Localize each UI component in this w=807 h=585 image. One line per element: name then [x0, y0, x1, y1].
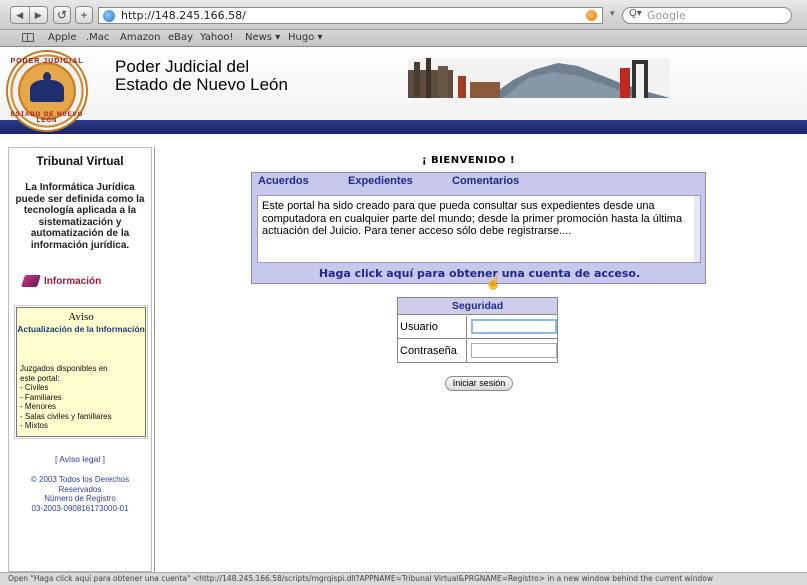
bookmark-item[interactable]: eBay	[168, 32, 193, 43]
panel-body-text: Este portal ha sido creado para que pued…	[262, 200, 683, 237]
search-icon: Q▾	[629, 8, 642, 19]
site-title-line2: Estado de Nuevo León	[115, 75, 288, 94]
reload-button[interactable]: ↺	[53, 6, 71, 24]
sidebar: Tribunal Virtual La Informática Jurídica…	[8, 147, 152, 572]
bookmark-item[interactable]: News ▾	[245, 32, 280, 43]
login-heading: Seguridad	[398, 298, 557, 315]
address-bar[interactable]: http://148.245.166.58/	[98, 7, 603, 24]
copyright-line: Número de Registro	[44, 494, 116, 503]
search-input[interactable]: Google	[622, 7, 792, 24]
eagle-icon	[30, 72, 64, 102]
rss-icon[interactable]	[586, 10, 597, 21]
welcome-heading: ¡ BIENVENIDO !	[422, 155, 516, 166]
seal-top-text: PODER JUDICIAL	[10, 58, 84, 65]
back-arrow-icon[interactable]: ◀	[11, 7, 29, 23]
sidebar-title: Tribunal Virtual	[36, 154, 124, 168]
list-item: - Menores	[20, 402, 57, 411]
list-item: - Salas civiles y familiares	[20, 411, 112, 421]
bookmarks-bar: Apple .Mac Amazon eBay Yahoo! News ▾ Hug…	[0, 30, 807, 47]
book-icon[interactable]	[22, 33, 34, 42]
login-form: Seguridad Usuario Contraseña	[397, 297, 558, 363]
password-input[interactable]	[471, 343, 557, 358]
user-label: Usuario	[398, 316, 467, 339]
copyright-line: 03-2003-090816173000-01	[31, 503, 129, 513]
list-item: - Civiles	[20, 383, 49, 392]
site-title: Poder Judicial del Estado de Nuevo León	[115, 58, 288, 94]
username-input[interactable]	[471, 319, 557, 334]
panel-body: Este portal ha sido creado para que pued…	[257, 195, 701, 263]
bookmark-item[interactable]: Apple	[48, 32, 76, 43]
informacion-link-label[interactable]: Información	[44, 276, 101, 287]
aviso-box: Aviso Actualización de la Información Ju…	[14, 305, 148, 439]
tab-acuerdos[interactable]: Acuerdos	[258, 175, 309, 187]
aviso-intro: Juzgados disponibles en	[20, 364, 108, 373]
book-icon	[21, 275, 41, 287]
aviso-list: Juzgados disponibles en este portal: - C…	[20, 364, 146, 431]
forward-arrow-icon[interactable]: ▶	[28, 7, 48, 23]
tab-expedientes[interactable]: Expedientes	[348, 175, 413, 187]
password-label: Contraseña	[398, 340, 467, 363]
bookmark-item[interactable]: .Mac	[86, 32, 109, 43]
city-skyline-banner	[408, 58, 670, 98]
aviso-heading: Aviso	[68, 311, 94, 323]
aviso-subheading: Actualización de la Información	[17, 324, 145, 334]
welcome-panel: Acuerdos Expedientes Comentarios Este po…	[251, 172, 707, 290]
aviso-intro: este portal:	[20, 373, 60, 383]
copyright-line: © 2003 Todos los Derechos	[30, 475, 130, 484]
add-bookmark-button[interactable]: +	[75, 6, 93, 24]
browser-toolbar: ◀ ▶ ↺ + http://148.245.166.58/ ▾ Google …	[0, 0, 807, 30]
site-title-line1: Poder Judicial del	[115, 57, 250, 76]
dropdown-arrow-icon[interactable]: ▾	[610, 8, 615, 19]
main-content: ¡ BIENVENIDO ! Acuerdos Expedientes Come…	[154, 147, 807, 572]
bookmark-item[interactable]: Yahoo!	[200, 32, 233, 43]
login-button[interactable]: Iniciar sesión	[445, 376, 513, 391]
panel-scrollbar[interactable]	[694, 196, 700, 262]
informacion-link[interactable]: Información	[21, 275, 101, 287]
bookmark-item[interactable]: Amazon	[120, 32, 160, 43]
header-divider-bar	[0, 120, 807, 134]
back-forward-group: ◀ ▶	[10, 6, 48, 24]
register-link[interactable]: Haga click aquí para obtener una cuenta …	[252, 267, 707, 280]
login-row-user: Usuario	[398, 316, 557, 339]
sidebar-description: La Informática Jurídica puede ser defini…	[15, 182, 145, 251]
list-item: - Familiares	[20, 392, 62, 402]
list-item: - Mixtos	[20, 421, 48, 430]
legal-notice-link[interactable]: [ Aviso legal ]	[9, 454, 151, 464]
tab-comentarios[interactable]: Comentarios	[452, 175, 519, 187]
copyright-line: Reservados	[58, 484, 102, 494]
globe-icon	[103, 10, 115, 22]
hand-cursor-icon: ☝	[485, 275, 502, 290]
seal-bottom-text: ESTADO DE NUEVO LEÓN	[10, 112, 84, 124]
judicial-seal-logo: PODER JUDICIAL ESTADO DE NUEVO LEÓN	[6, 50, 88, 132]
login-row-password: Contraseña	[398, 340, 557, 363]
status-bar: Open "Haga click aquí para obtener una c…	[0, 572, 807, 585]
copyright-text: © 2003 Todos los Derechos Reservados Núm…	[9, 475, 151, 513]
bookmark-item[interactable]: Hugo ▾	[288, 32, 323, 43]
